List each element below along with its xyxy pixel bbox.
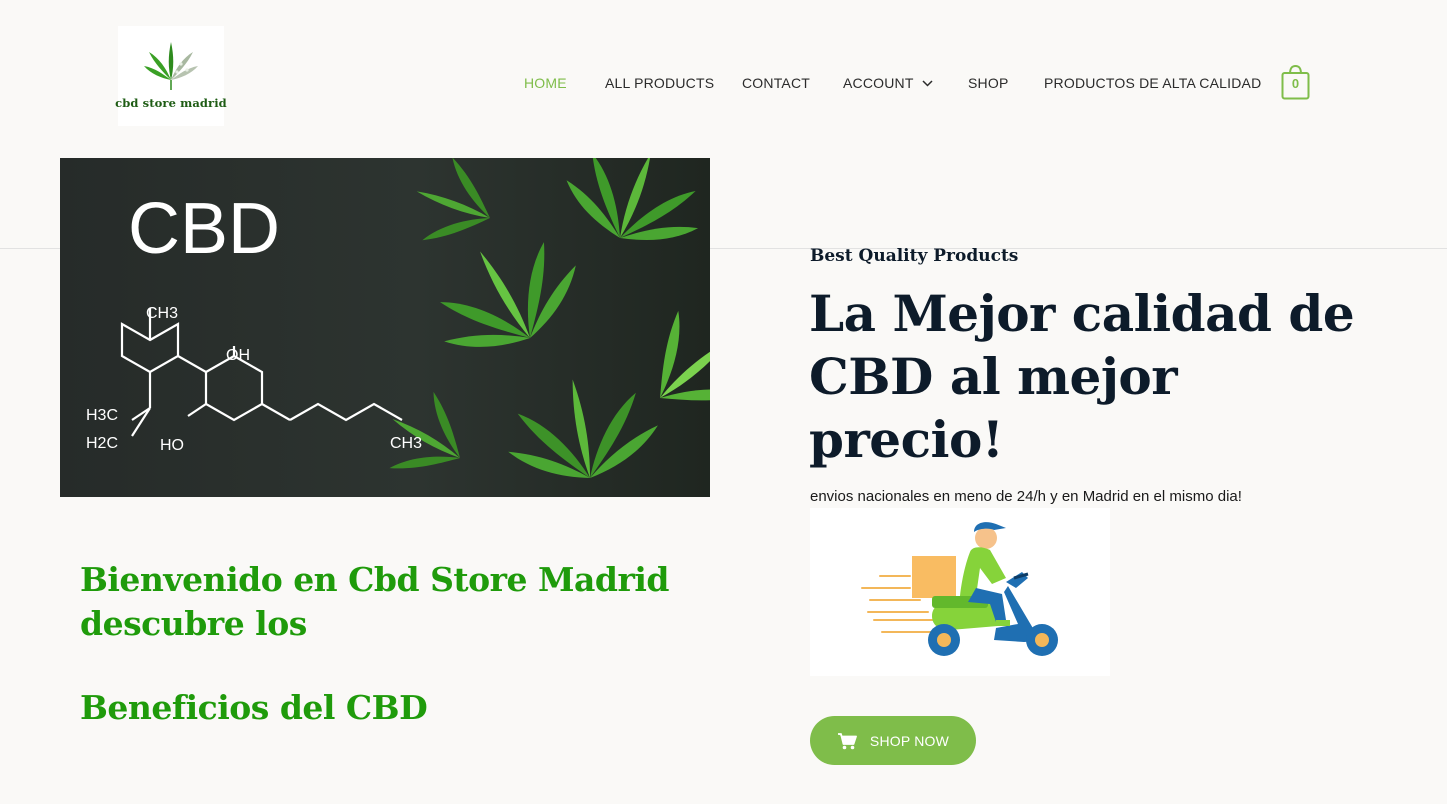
- nav-all-products[interactable]: ALL PRODUCTS: [605, 75, 714, 91]
- nav-home[interactable]: HOME: [524, 75, 567, 91]
- hero-cbd-title: CBD: [128, 189, 280, 269]
- welcome-line-1: Bienvenido en Cbd Store Madrid: [80, 560, 670, 599]
- cart-button[interactable]: 0: [1281, 64, 1310, 100]
- delivery-scooter-illustration: [810, 508, 1110, 676]
- hero-image-cbd: CBD CH3 OH HO H3C H2C CH3: [60, 158, 710, 497]
- promo-headline: La Mejor calidad de CBD al mejor precio!: [809, 284, 1355, 469]
- benefits-heading: Beneficios del CBD: [80, 688, 428, 727]
- svg-text:CH3: CH3: [146, 305, 178, 322]
- promo-eyebrow: Best Quality Products: [810, 246, 1019, 266]
- logo-text: cbd store madrid: [115, 96, 227, 110]
- cart-icon: [837, 732, 857, 749]
- cart-count: 0: [1291, 76, 1300, 91]
- shop-now-label: SHOP NOW: [869, 732, 950, 749]
- nav-shop[interactable]: SHOP: [968, 75, 1008, 91]
- svg-text:H3C: H3C: [86, 407, 118, 424]
- nav-productos-alta-calidad[interactable]: PRODUCTOS DE ALTA CALIDAD: [1044, 75, 1261, 91]
- svg-text:H2C: H2C: [86, 435, 118, 452]
- welcome-heading: Bienvenido en Cbd Store Madrid descubre …: [80, 558, 700, 646]
- welcome-line-2: descubre los: [80, 604, 307, 643]
- nav-contact[interactable]: CONTACT: [742, 75, 810, 91]
- nav-account[interactable]: ACCOUNT: [843, 75, 933, 91]
- svg-text:CH3: CH3: [390, 435, 422, 452]
- svg-text:OH: OH: [226, 347, 250, 364]
- shop-now-button[interactable]: SHOP NOW: [810, 716, 976, 765]
- svg-text:HO: HO: [160, 437, 184, 454]
- main-nav: HOME ALL PRODUCTS CONTACT ACCOUNT SHOP P…: [0, 75, 1447, 95]
- chevron-down-icon: [922, 79, 933, 87]
- nav-account-label: ACCOUNT: [843, 75, 914, 91]
- promo-subtext: envios nacionales en meno de 24/h y en M…: [810, 488, 1242, 505]
